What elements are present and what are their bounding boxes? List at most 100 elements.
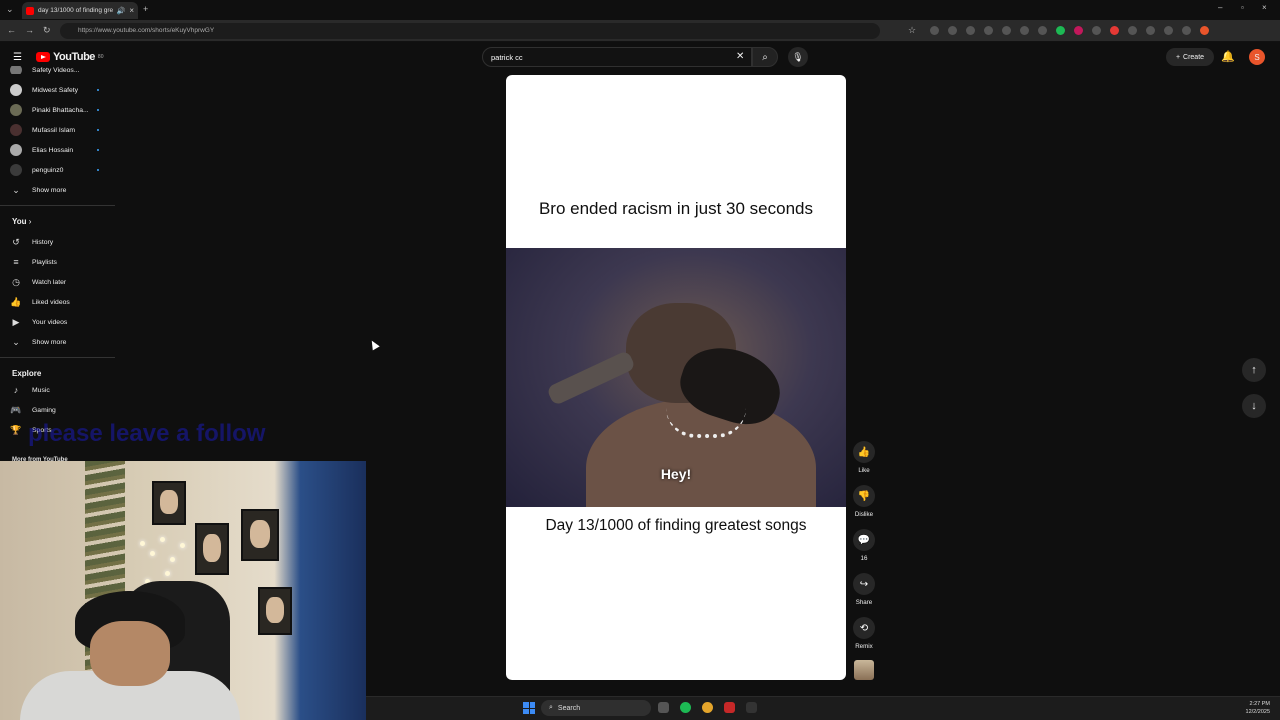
sidebar-sub-item[interactable]: Pinaki Bhattacha... — [10, 101, 110, 119]
chrome-icon[interactable] — [702, 702, 713, 713]
sidebar-sub-item[interactable]: penguinz0 — [10, 161, 110, 179]
file-explorer-icon[interactable] — [658, 702, 669, 713]
minimize-icon[interactable]: – — [1218, 3, 1222, 12]
app-icon[interactable] — [724, 702, 735, 713]
avatar[interactable]: S — [1249, 49, 1265, 65]
sidebar-sub-item[interactable]: Mufassil Islam — [10, 121, 110, 139]
extension-icon[interactable] — [966, 26, 975, 35]
sidebar-sub-item[interactable]: Elias Hossain — [10, 141, 110, 159]
create-label: Create — [1183, 53, 1205, 61]
you-show-more[interactable]: ⌄ Show more — [10, 333, 110, 351]
sidebar-item-label: Watch later — [32, 278, 67, 286]
dislike-button[interactable]: 👎 Dislike — [852, 485, 876, 518]
sidebar-sub-item[interactable]: Safety Videos... — [10, 66, 110, 74]
maximize-icon[interactable]: ▫ — [1241, 3, 1244, 12]
comments-button[interactable]: 💬 16 — [852, 529, 876, 562]
video-frame[interactable]: Hey! — [506, 248, 846, 507]
clear-search-icon[interactable]: ✕ — [736, 51, 744, 62]
extension-icon[interactable] — [930, 26, 939, 35]
windows-taskbar — [366, 696, 1280, 720]
url-text: https://www.youtube.com/shorts/eKuyVhprw… — [78, 27, 215, 34]
sidebar-item-label: Liked videos — [32, 298, 70, 306]
new-content-dot — [97, 149, 99, 151]
channel-avatar — [10, 144, 22, 156]
extension-icon[interactable] — [1128, 26, 1137, 35]
extension-icon[interactable] — [1020, 26, 1029, 35]
poster-frame — [195, 523, 229, 575]
extension-icon[interactable] — [1164, 26, 1173, 35]
arrow-up-icon: ↑ — [1251, 364, 1257, 376]
extension-icon[interactable] — [1002, 26, 1011, 35]
next-short-button[interactable]: ↓ — [1242, 394, 1266, 418]
create-button[interactable]: + Create — [1166, 48, 1214, 66]
sidebar-sub-label: Pinaki Bhattacha... — [32, 106, 89, 114]
youtube-favicon-icon — [26, 6, 34, 15]
share-label: Share — [855, 599, 873, 606]
taskbar-search[interactable]: ⌕ Search — [541, 700, 651, 716]
sidebar-item-playlists[interactable]: ≡ Playlists — [10, 253, 110, 271]
channel-avatar — [10, 164, 22, 176]
remix-label: Remix — [855, 643, 873, 650]
speaker-icon[interactable]: 🔊 — [117, 7, 126, 15]
voice-search-button[interactable]: 🎙 — [788, 47, 808, 67]
extension-icon[interactable] — [1110, 26, 1119, 35]
bottom-caption: Day 13/1000 of finding greatest songs — [545, 517, 807, 534]
new-tab-icon[interactable]: + — [143, 4, 148, 14]
you-heading[interactable]: You › — [12, 217, 31, 226]
channel-avatar — [10, 124, 22, 136]
profile-icon[interactable] — [1200, 26, 1209, 35]
poster-frame — [258, 587, 292, 635]
extension-icon[interactable] — [1056, 26, 1065, 35]
sidebar-item-your-videos[interactable]: ▶ Your videos — [10, 313, 110, 331]
sidebar-sub-label: Safety Videos... — [32, 66, 80, 74]
remix-button[interactable]: ⟲ Remix — [852, 617, 876, 650]
youtube-logo[interactable]: YouTube 80 — [36, 51, 103, 63]
extension-icon[interactable] — [1092, 26, 1101, 35]
spotify-icon[interactable] — [680, 702, 691, 713]
windows-start-icon[interactable] — [523, 702, 535, 714]
extension-icon[interactable] — [1182, 26, 1191, 35]
notifications-bell-icon[interactable]: 🔔 — [1221, 50, 1235, 63]
shorts-player[interactable]: Bro ended racism in just 30 seconds Hey!… — [506, 75, 846, 680]
sidebar-item-gaming[interactable]: 🎮 Gaming — [10, 401, 110, 419]
search-input[interactable]: patrick cc — [482, 47, 752, 67]
search-icon: ⌕ — [762, 51, 768, 63]
url-field[interactable]: https://www.youtube.com/shorts/eKuyVhprw… — [60, 23, 880, 39]
back-icon[interactable]: ← — [7, 25, 16, 35]
subs-show-more[interactable]: ⌄ Show more — [10, 181, 110, 199]
extension-icon[interactable] — [984, 26, 993, 35]
search-button[interactable]: ⌕ — [752, 47, 778, 67]
like-button[interactable]: 👍 Like — [852, 441, 876, 474]
close-tab-icon[interactable]: × — [129, 6, 134, 15]
extension-icon[interactable] — [948, 26, 957, 35]
forward-icon[interactable]: → — [25, 25, 34, 35]
share-button[interactable]: ↪ Share — [852, 573, 876, 606]
reload-icon[interactable]: ↻ — [43, 25, 51, 36]
playlists-icon: ≡ — [13, 257, 19, 267]
close-window-icon[interactable]: × — [1262, 3, 1267, 12]
browser-tab-bar: ⌄ day 13/1000 of finding gre... 🔊 × + – … — [0, 0, 1280, 20]
bookmark-star-icon[interactable]: ☆ — [908, 25, 916, 36]
extension-icon[interactable] — [1038, 26, 1047, 35]
tab-title: day 13/1000 of finding gre... — [38, 7, 113, 14]
sidebar-item-liked-videos[interactable]: 👍 Liked videos — [10, 293, 110, 311]
top-caption: Bro ended racism in just 30 seconds — [538, 199, 814, 218]
sidebar-item-history[interactable]: ↺ History — [10, 233, 110, 251]
previous-short-button[interactable]: ↑ — [1242, 358, 1266, 382]
audio-app-icon[interactable] — [746, 702, 757, 713]
extension-icon[interactable] — [1074, 26, 1083, 35]
remix-icon: ⟲ — [853, 617, 875, 639]
browser-tab-active[interactable]: day 13/1000 of finding gre... 🔊 × — [22, 2, 138, 19]
sidebar-item-watch-later[interactable]: ◷ Watch later — [10, 273, 110, 291]
history-icon: ↺ — [12, 236, 20, 247]
sidebar-sub-label: Mufassil Islam — [32, 126, 76, 134]
divider — [0, 205, 115, 206]
extension-icon[interactable] — [1146, 26, 1155, 35]
sound-thumbnail[interactable] — [854, 660, 874, 680]
sidebar-sub-item[interactable]: Midwest Safety — [10, 81, 110, 99]
new-content-dot — [97, 129, 99, 131]
sidebar-item-music[interactable]: ♪ Music — [10, 381, 110, 399]
menu-icon[interactable]: ☰ — [13, 52, 22, 63]
new-content-dot — [97, 89, 99, 91]
tab-list-icon[interactable]: ⌄ — [6, 4, 14, 15]
